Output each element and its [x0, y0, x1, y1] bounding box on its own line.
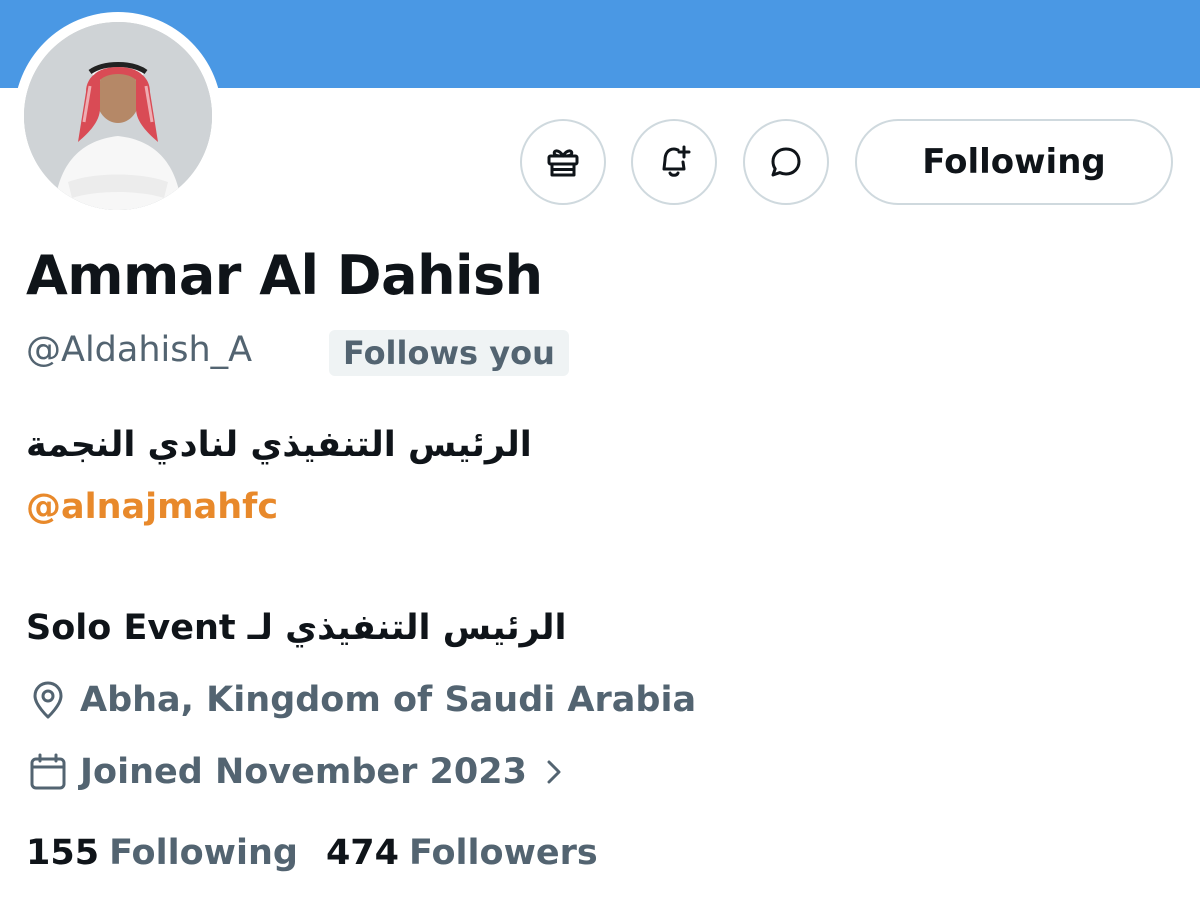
- gift-button[interactable]: [520, 119, 606, 205]
- handle[interactable]: @Aldahish_A: [26, 330, 252, 370]
- bio-line-1: الرئيس التنفيذي لنادي النجمة: [26, 425, 532, 465]
- notify-button[interactable]: [631, 119, 717, 205]
- followers-stat-link[interactable]: 474 Followers: [326, 833, 598, 873]
- location-row: Abha, Kingdom of Saudi Arabia: [26, 678, 696, 722]
- bio-line-2-arabic: الرئيس التنفيذي لـ: [247, 608, 567, 648]
- follow-stats: 155 Following 474 Followers: [26, 833, 598, 873]
- location-pin-icon: [33, 681, 63, 719]
- display-name: Ammar Al Dahish: [26, 244, 543, 307]
- message-bubble-icon: [771, 147, 801, 177]
- joined-row[interactable]: Joined November 2023: [26, 750, 569, 794]
- bell-plus-icon: [662, 145, 691, 177]
- following-stat-link[interactable]: 155 Following: [26, 833, 298, 873]
- followers-label: Followers: [409, 833, 598, 873]
- chevron-right-icon: [547, 760, 561, 784]
- followers-count: 474: [325, 833, 400, 873]
- bio-mention-link[interactable]: @alnajmahfc: [26, 487, 278, 527]
- message-button[interactable]: [743, 119, 829, 205]
- bio-line-2: Solo Event الرئيس التنفيذي لـ: [26, 608, 567, 648]
- joined-text: Joined November 2023: [80, 752, 527, 792]
- bio-line-2-latin: Solo Event: [26, 608, 236, 648]
- avatar[interactable]: [24, 22, 212, 210]
- following-count: 155: [26, 833, 100, 873]
- location-text: Abha, Kingdom of Saudi Arabia: [80, 680, 697, 720]
- follows-you-badge: Follows you: [329, 330, 569, 376]
- following-button[interactable]: Following: [855, 119, 1173, 205]
- avatar-frame: [14, 12, 222, 220]
- calendar-icon: [30, 753, 66, 790]
- following-label: Following: [109, 833, 298, 873]
- gift-icon: [547, 149, 579, 177]
